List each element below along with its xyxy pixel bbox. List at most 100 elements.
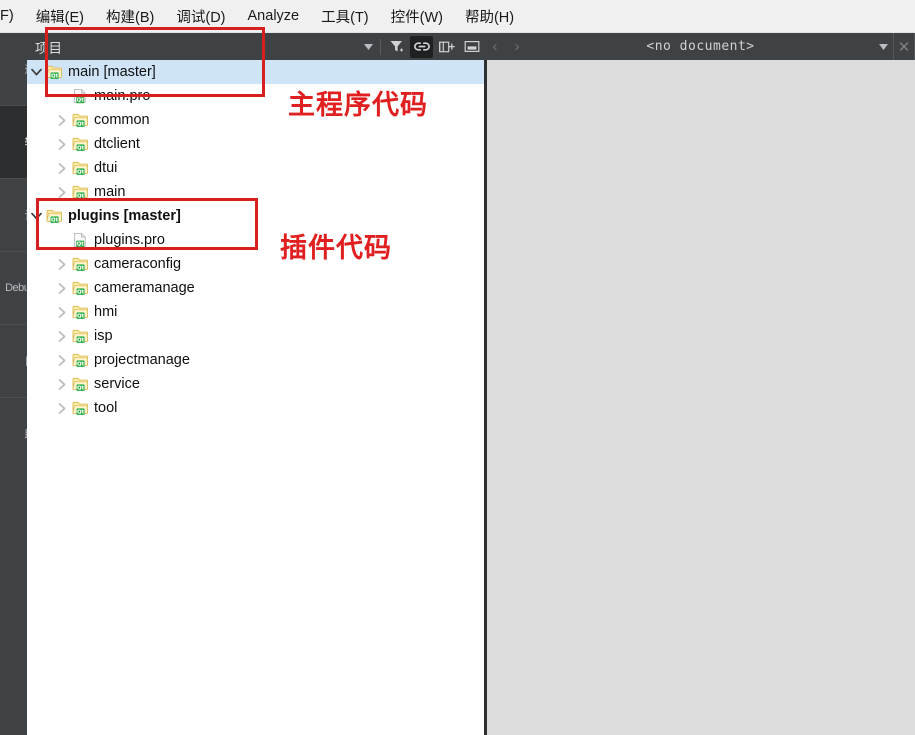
tree-item-label: plugins.pro	[94, 232, 165, 248]
tree-item-label: dtui	[94, 160, 118, 176]
chevron-right-icon[interactable]	[53, 156, 71, 180]
svg-text:Qt: Qt	[77, 337, 85, 343]
chevron-right-icon[interactable]	[53, 252, 71, 276]
svg-text:Qt: Qt	[77, 313, 85, 319]
project-tree[interactable]: Qt main [master] Qt main.pro Qt common Qt dtcli…	[27, 60, 484, 735]
tree-item-label: service	[94, 376, 140, 392]
svg-text:Qt: Qt	[77, 242, 85, 248]
mode-edit[interactable]: 辑	[0, 106, 27, 178]
tree-item-label: projectmanage	[94, 352, 190, 368]
tree-item-projectmanage[interactable]: Qt projectmanage	[27, 348, 484, 372]
chevron-right-icon[interactable]	[53, 180, 71, 204]
tree-item-dtui[interactable]: Qt dtui	[27, 156, 484, 180]
tree-item-label: tool	[94, 400, 118, 416]
menu-build[interactable]: 构建(B)	[95, 3, 165, 30]
qt-creator-window: F) 编辑(E) 构建(B) 调试(D) Analyze 工具(T) 控件(W)…	[0, 0, 915, 735]
menu-debug[interactable]: 调试(D)	[165, 3, 236, 30]
chevron-right-icon	[58, 330, 66, 342]
menu-edit[interactable]: 编辑(E)	[25, 3, 95, 30]
chevron-down-icon[interactable]	[27, 60, 45, 84]
tree-item-label: isp	[94, 328, 113, 344]
svg-text:Qt: Qt	[77, 98, 85, 104]
tree-item-cameraconfig[interactable]: Qt cameraconfig	[27, 252, 484, 276]
svg-text:Qt: Qt	[77, 361, 85, 367]
tree-item-main-sub[interactable]: Qt main	[27, 180, 484, 204]
chevron-right-icon	[58, 354, 66, 366]
chevron-right-icon[interactable]	[53, 300, 71, 324]
chevron-down-icon[interactable]	[359, 33, 377, 60]
svg-text:Qt: Qt	[51, 217, 59, 223]
link-icon[interactable]	[410, 35, 433, 58]
svg-text:Qt: Qt	[77, 145, 85, 151]
tree-item-isp[interactable]: Qt isp	[27, 324, 484, 348]
chevron-right-icon	[58, 186, 66, 198]
svg-text:Qt: Qt	[77, 169, 85, 175]
menu-file[interactable]: F)	[0, 5, 25, 27]
editor-background	[487, 60, 915, 735]
chevron-right-icon	[58, 378, 66, 390]
qt-project-folder-icon: Qt	[71, 276, 89, 300]
tree-item-label: dtclient	[94, 136, 140, 152]
mode-help[interactable]: 助	[0, 398, 28, 470]
tree-item-plugins-master[interactable]: Qt plugins [master]	[27, 204, 484, 228]
svg-text:Qt: Qt	[51, 73, 59, 79]
qt-project-folder-icon: Qt	[71, 156, 89, 180]
tree-item-tool[interactable]: Qt tool	[27, 396, 484, 420]
qt-project-folder-icon: Qt	[71, 108, 89, 132]
chevron-right-icon[interactable]	[53, 132, 71, 156]
svg-text:Qt: Qt	[77, 289, 85, 295]
tree-item-label: main [master]	[68, 64, 156, 80]
tree-item-hmi[interactable]: Qt hmi	[27, 300, 484, 324]
project-tree-combo-label: 项目	[35, 40, 62, 56]
mode-debug[interactable]: Debug	[0, 252, 27, 324]
tree-item-label: cameraconfig	[94, 256, 182, 272]
tree-item-label: main.pro	[94, 88, 151, 104]
navigate-back-icon[interactable]: ‹	[484, 33, 506, 60]
chevron-down-icon[interactable]	[873, 33, 893, 60]
menu-window[interactable]: 控件(W)	[380, 3, 454, 30]
chevron-right-icon	[58, 258, 66, 270]
filter-icon[interactable]	[385, 36, 408, 58]
qt-pro-file-icon: Qt	[71, 84, 89, 108]
menu-help[interactable]: 帮助(H)	[454, 3, 525, 30]
tree-item-dtclient[interactable]: Qt dtclient	[27, 132, 484, 156]
menu-tools[interactable]: 工具(T)	[310, 3, 380, 30]
chevron-right-icon[interactable]	[53, 396, 71, 420]
qt-pro-file-icon: Qt	[71, 228, 89, 252]
mode-debug-label: Debug	[5, 282, 27, 294]
chevron-right-icon[interactable]	[53, 372, 71, 396]
qt-project-folder-icon: Qt	[71, 252, 89, 276]
tree-item-main-master[interactable]: Qt main [master]	[27, 60, 484, 84]
mode-welcome[interactable]: 迎	[0, 33, 28, 105]
close-document-button[interactable]: ✕	[893, 33, 915, 60]
project-tree-combo[interactable]: 项目	[27, 33, 359, 60]
chevron-down-icon	[30, 68, 42, 76]
qt-project-folder-icon: Qt	[71, 348, 89, 372]
tree-item-cameramanage[interactable]: Qt cameramanage	[27, 276, 484, 300]
chevron-right-icon[interactable]	[53, 324, 71, 348]
project-panel-toolbar: 项目	[27, 33, 484, 60]
mode-selector-bar: 迎 辑 计 Debug 目 助	[0, 33, 27, 735]
chevron-right-icon	[58, 402, 66, 414]
mode-design[interactable]: 计	[0, 179, 28, 251]
chevron-down-icon[interactable]	[27, 204, 45, 228]
qt-project-folder-icon: Qt	[71, 396, 89, 420]
split-view-icon[interactable]	[435, 36, 458, 58]
menu-analyze[interactable]: Analyze	[237, 5, 311, 27]
tree-item-service[interactable]: Qt service	[27, 372, 484, 396]
navigate-forward-icon[interactable]: ›	[506, 33, 528, 60]
chevron-right-icon[interactable]	[53, 276, 71, 300]
qt-project-folder-icon: Qt	[71, 132, 89, 156]
tree-item-plugins-pro[interactable]: Qt plugins.pro	[27, 228, 484, 252]
chevron-right-icon	[58, 114, 66, 126]
chevron-right-icon[interactable]	[53, 348, 71, 372]
annotation-label-main: 主程序代码	[288, 90, 428, 120]
collapse-panel-icon[interactable]	[460, 36, 483, 58]
open-document-combo[interactable]: <no document>	[528, 39, 873, 54]
chevron-right-icon	[58, 138, 66, 150]
chevron-right-icon[interactable]	[53, 108, 71, 132]
toolbar-divider	[380, 38, 381, 55]
mode-projects[interactable]: 目	[0, 325, 28, 397]
